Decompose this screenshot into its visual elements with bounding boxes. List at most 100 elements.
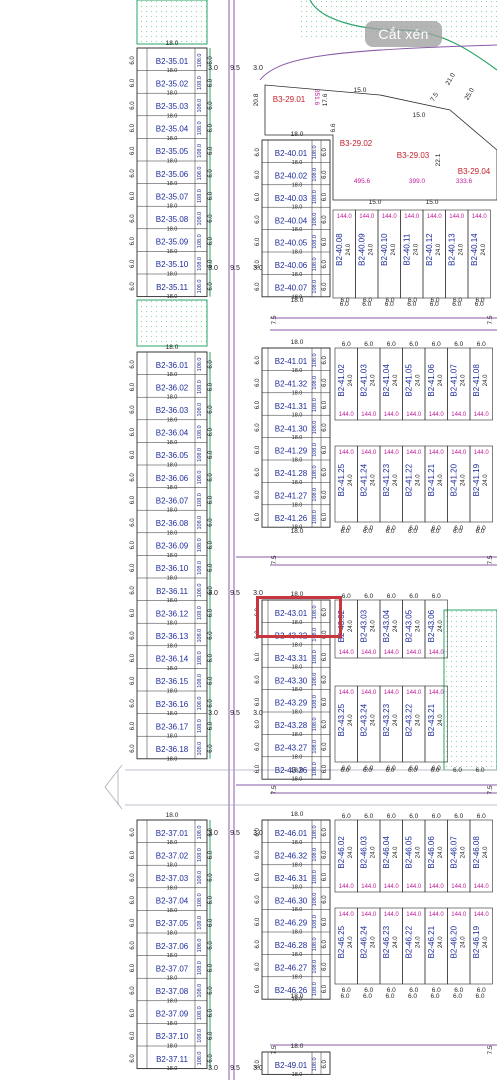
block-36-area: 108.0 [197,448,203,462]
block-40-dim-left: 6.0 [255,215,261,224]
block-35-dim-right: 6.0 [208,123,214,132]
block-35-area: 108.0 [197,167,203,181]
block-43-dim-left: 6.0 [255,630,261,639]
block-40v-area: 144.0 [449,214,465,220]
block-40-lot-dim: 18.0 [292,205,303,211]
block-41-lot-dim: 18.0 [292,458,303,464]
block-40-area: 108.0 [312,168,318,182]
block-46a-lot-label: B2-46.02 [337,836,346,869]
block-bottom-width: 6.0 [408,767,417,774]
block-41-area: 108.0 [312,376,318,390]
block-41a-width: 6.0 [454,341,463,348]
block-35-dim-left: 6.0 [130,101,136,110]
block-35-dim-left: 6.0 [130,146,136,155]
b3-dim: 6.6 [330,123,337,132]
block-46-lot-label: B2-46.27 [275,964,308,973]
b3-lot-label: B3-29.03 [397,151,430,160]
block-41b-area: 144.0 [474,450,490,456]
block-36-lot-label: B2-36.02 [156,383,189,392]
block-35-dim-top: 18.0 [166,40,179,47]
block-41a-width: 6.0 [477,341,486,348]
block-bottom-width: 6.0 [475,297,484,304]
block-46a-area: 144.0 [474,884,490,890]
block-46-lot-dim: 18.0 [292,885,303,891]
block-36-dim-left: 6.0 [130,540,136,549]
block-35-dim-right: 6.0 [208,191,214,200]
block-43-dim-top: 18.0 [291,591,304,598]
block-43a-depth: 24.0 [348,620,354,632]
block-bottom-width: 6.0 [363,767,372,774]
block-37-dim-right: 6.0 [208,941,214,950]
block-46b-depth: 24.0 [371,936,377,948]
block-40-lot-label: B2-40.01 [275,149,308,158]
block-bottom-width: 6.0 [408,528,417,535]
b3-lot-label: B3-29.04 [458,167,491,176]
block-40-dim-left: 6.0 [255,282,261,291]
block-40-dim-left: 6.0 [255,259,261,268]
block-41a-lot-label: B2-41.08 [472,364,481,397]
block-41b-area: 144.0 [339,450,355,456]
block-40-area: 108.0 [312,235,318,249]
block-41-lot-dim: 18.0 [292,435,303,441]
block-36-lot-dim: 18.0 [167,689,178,695]
block-41b-area: 144.0 [406,450,422,456]
road-width-label: 9.5 [230,1065,240,1072]
block-46a-lot-label: B2-46.04 [382,836,391,869]
block-46-area: 108.0 [312,982,318,996]
block-37-dim-right: 6.0 [208,850,214,859]
block-46a-width: 6.0 [387,813,396,820]
block-36-lot-dim: 18.0 [167,711,178,717]
block-36-lot-label: B2-36.08 [156,519,189,528]
block-37-lot-dim: 18.0 [167,953,178,959]
block-43b-lot-label: B2-43.23 [382,703,391,736]
b3-dim: 15.0 [426,199,439,206]
block-35-area: 108.0 [197,280,203,294]
block-36-lot-dim: 18.0 [167,485,178,491]
block-40v-depth: 24.0 [481,243,487,255]
block-37-dim-left: 6.0 [130,963,136,972]
block-36-area: 108.0 [197,697,203,711]
block-43a-depth: 24.0 [371,620,377,632]
block-43a-width: 6.0 [387,593,396,600]
block-49-dim-left: 6.0 [255,1059,261,1068]
block-46a-area: 144.0 [339,884,355,890]
block-41a-area: 144.0 [474,412,490,418]
block-41-dim-right: 6.0 [322,378,328,387]
block-46a-width: 6.0 [342,813,351,820]
block-40v-area: 144.0 [404,214,420,220]
crop-button[interactable]: Cắt xén [365,21,442,47]
block-41b-depth: 24.0 [438,474,444,486]
block-46a-depth: 24.0 [483,846,489,858]
block-36-lot-label: B2-36.17 [156,722,189,731]
block-36-lot-dim: 18.0 [167,463,178,469]
block-46a-depth: 24.0 [393,846,399,858]
block-36-area: 108.0 [197,425,203,439]
block-36-dim-right: 6.0 [208,631,214,640]
block-36-area: 108.0 [197,584,203,598]
road-width-label: 9.5 [230,830,240,837]
park-top-left [136,0,208,45]
block-41b-area: 144.0 [361,450,377,456]
block-bottom-width: 6.0 [453,297,462,304]
block-46-dim-left: 6.0 [255,827,261,836]
block-49-dim-top: 18.0 [291,1043,304,1050]
block-41a-depth: 24.0 [461,374,467,386]
block-36-dim-top: 18.0 [166,344,179,351]
block-35-lot-dim: 18.0 [167,294,178,300]
block-35-lot-label: B2-35.05 [156,147,189,156]
block-46-dim-right: 6.0 [322,917,328,926]
block-43-dim-left: 6.0 [255,607,261,616]
street-width-label: 7.5 [271,785,278,794]
block-35-lot-label: B2-35.09 [156,238,189,247]
block-46a-depth: 24.0 [371,846,377,858]
b3-area-value: 495.6 [354,178,371,185]
block-35-dim-left: 6.0 [130,56,136,65]
block-41b-area: 144.0 [429,450,445,456]
sidewalk-left-label: 3.0 [208,265,218,272]
block-43a-width: 6.0 [364,593,373,600]
block-37-lot-label: B2-37.09 [156,1010,189,1019]
block-46b-area: 144.0 [451,912,467,918]
block-43-area: 108.0 [312,695,318,709]
block-36-lot-dim: 18.0 [167,530,178,536]
block-36-lot-label: B2-36.06 [156,474,189,483]
